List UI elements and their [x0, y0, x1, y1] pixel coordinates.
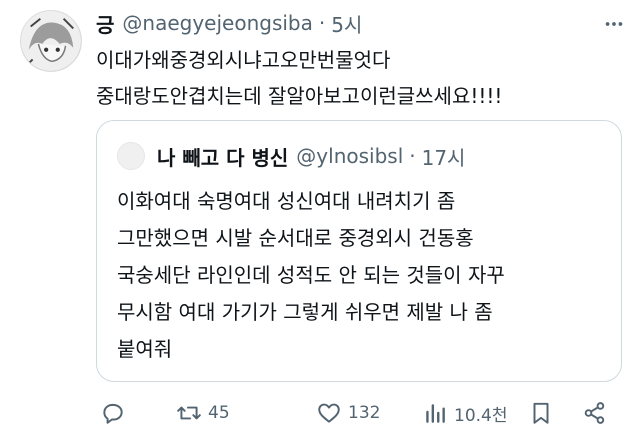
- quoted-author-handle: @ylnosibsl: [296, 144, 404, 168]
- views-button[interactable]: 10.4천: [422, 396, 508, 430]
- separator-dot: ·: [318, 11, 326, 35]
- quoted-separator-dot: ·: [409, 144, 416, 168]
- bookmark-icon: [533, 402, 549, 424]
- quoted-author-name: 나 빼고 다 병신: [157, 145, 289, 170]
- quoted-tweet[interactable]: 나 빼고 다 병신 @ylnosibsl · 17시 이화여대 숙명여대 성신여…: [96, 120, 622, 382]
- retweet-icon: [177, 406, 201, 420]
- quoted-tweet-header: 나 빼고 다 병신 @ylnosibsl · 17시: [117, 141, 465, 171]
- retweet-count: 45: [208, 403, 230, 423]
- quoted-author-avatar: [117, 142, 145, 170]
- share-button[interactable]: [582, 396, 614, 430]
- more-options-button[interactable]: [602, 12, 626, 36]
- quoted-text-line: 그만했으면 시발 순서대로 중경외시 건동홍: [117, 226, 474, 250]
- quoted-tweet-text: 이화여대 숙명여대 성신여대 내려치기 좀 그만했으면 시발 순서대로 중경외시…: [117, 183, 605, 368]
- views-chart-icon: [426, 404, 445, 423]
- views-count: 10.4천: [454, 405, 508, 426]
- avatar-image: [21, 11, 81, 71]
- bookmark-button[interactable]: [528, 396, 560, 430]
- retweet-button[interactable]: 45: [176, 396, 230, 430]
- tweet-text: 이대가왜중경외시냐고오만번물엇다 중대랑도안겹치는데 잘알아보고이런글쓰세요!!…: [96, 42, 620, 114]
- more-icon: [605, 22, 623, 26]
- quoted-text-line: 무시함 여대 가기가 그렇게 쉬우면 제발 나 좀: [117, 300, 493, 324]
- quoted-text-line: 붙여줘: [117, 337, 173, 361]
- heart-icon: [318, 403, 340, 423]
- like-button[interactable]: 132: [316, 396, 380, 430]
- like-count: 132: [348, 403, 381, 423]
- action-bar: 45 132 10.4천: [100, 396, 624, 430]
- share-icon: [584, 402, 605, 424]
- author-handle[interactable]: @naegyejeongsiba: [122, 11, 312, 35]
- reply-icon: [103, 403, 123, 424]
- tweet-time[interactable]: 5시: [331, 9, 362, 38]
- tweet-text-line: 중대랑도안겹치는데 잘알아보고이런글쓰세요!!!!: [96, 84, 503, 108]
- author-avatar[interactable]: [20, 10, 82, 72]
- author-name[interactable]: 긍: [96, 9, 114, 38]
- quoted-text-line: 이화여대 숙명여대 성신여대 내려치기 좀: [117, 189, 456, 213]
- quoted-text-line: 국숭세단 라인인데 성적도 안 되는 것들이 자꾸: [117, 263, 505, 287]
- tweet-header: 긍 @naegyejeongsiba · 5시: [96, 8, 600, 38]
- tweet-text-line: 이대가왜중경외시냐고오만번물엇다: [96, 48, 391, 72]
- reply-button[interactable]: [100, 396, 132, 430]
- quoted-tweet-time: 17시: [421, 145, 466, 170]
